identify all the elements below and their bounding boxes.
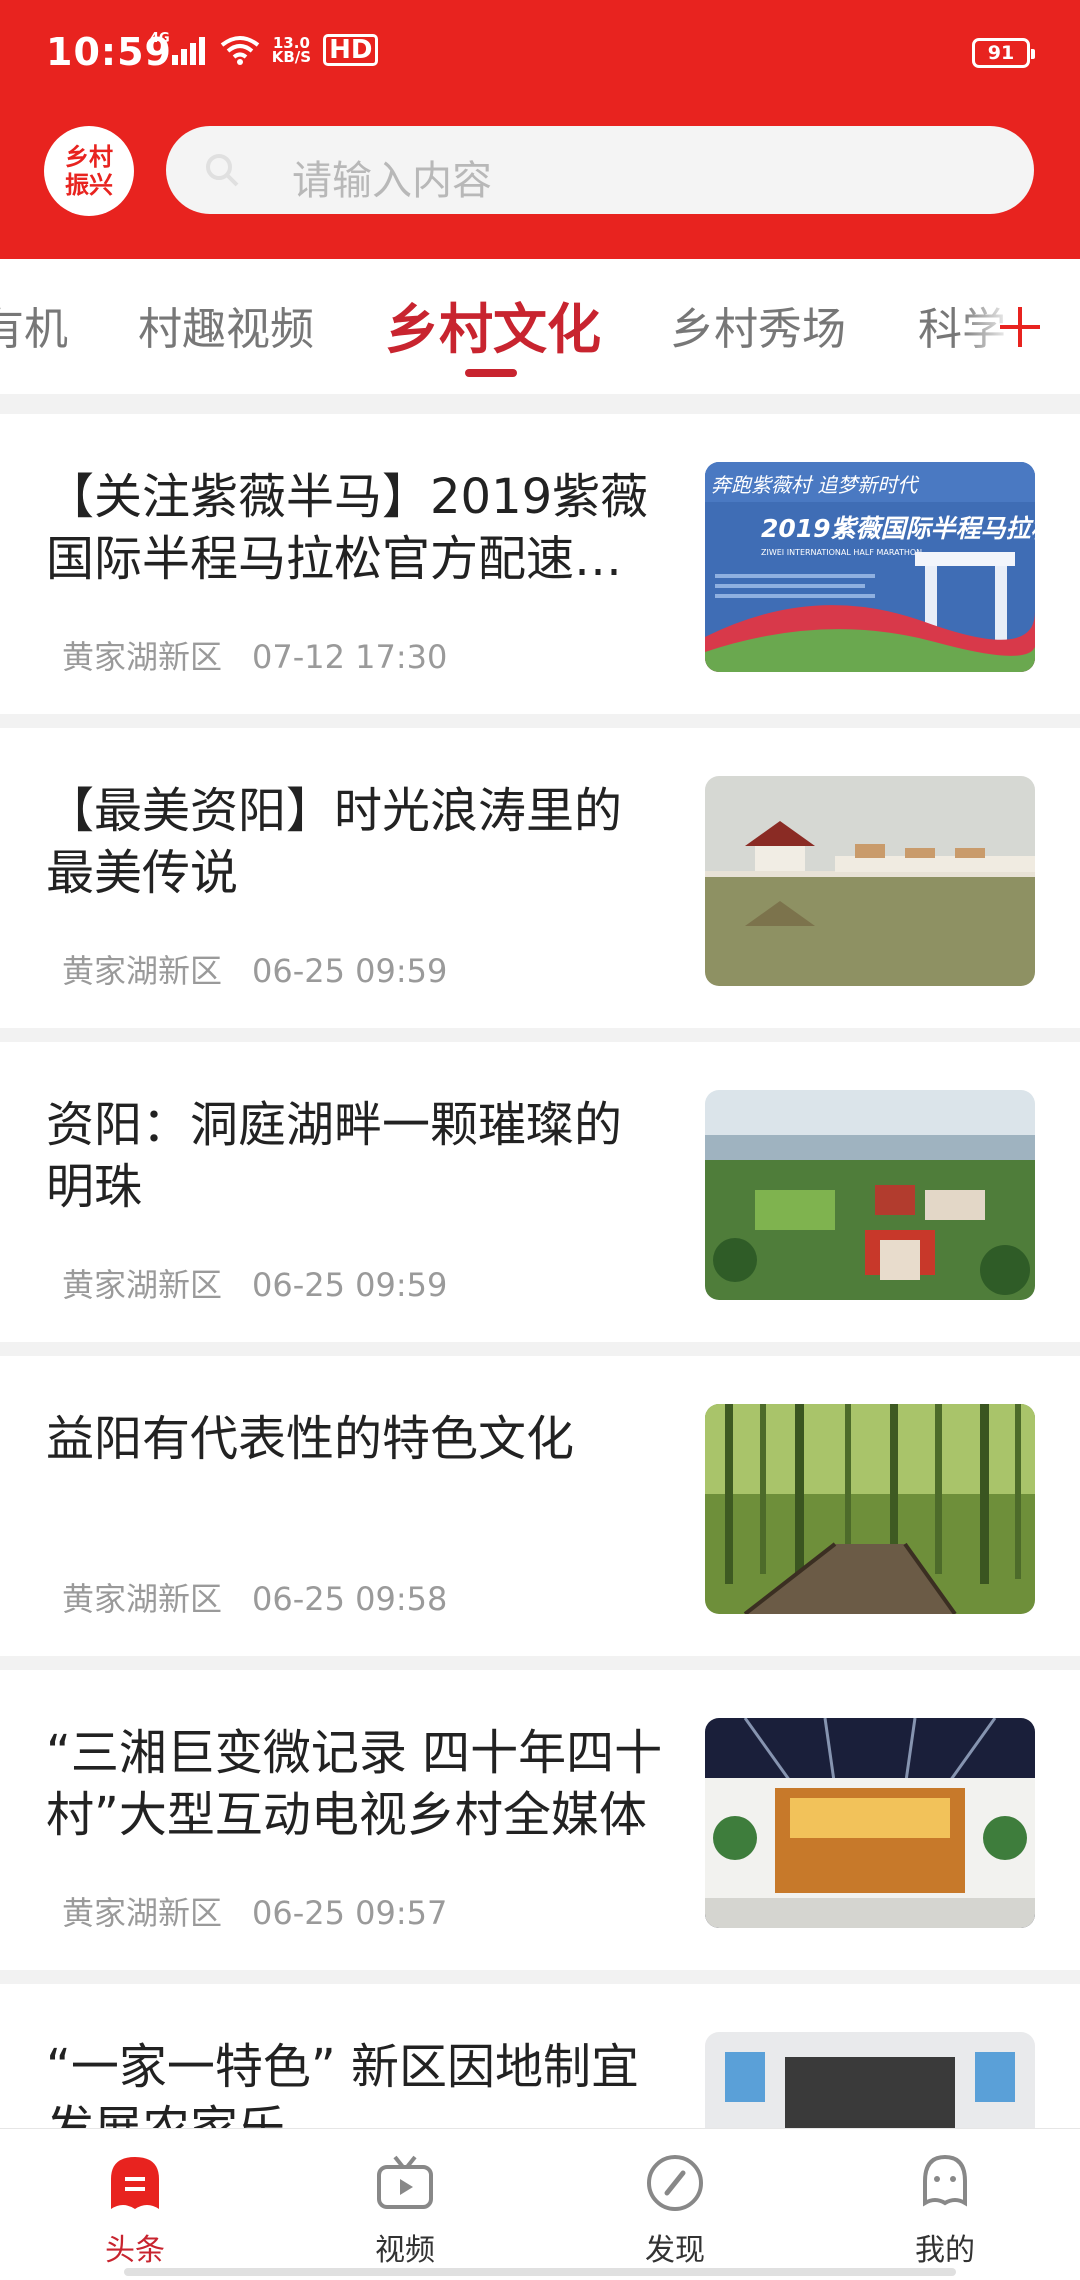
article-date: 07-12 17:30 <box>252 638 448 676</box>
nav-headlines[interactable]: 头条 <box>35 2151 235 2269</box>
article-source: 黄家湖新区 <box>62 952 223 990</box>
article-thumbnail[interactable]: 奔跑紫薇村 追梦新时代 2019紫薇国际半程马拉松 ZIWEI INTERNAT… <box>705 462 1035 672</box>
hd-icon: HD <box>323 34 379 66</box>
article-meta: 黄家湖新区 06-25 09:59 <box>62 946 447 992</box>
tv-icon <box>377 2155 433 2209</box>
news-icon <box>111 2157 159 2209</box>
article-source: 黄家湖新区 <box>62 638 223 676</box>
active-tab-indicator <box>465 369 517 377</box>
tab-village-videos[interactable]: 村趣视频 <box>138 293 314 357</box>
network-type: 4G <box>150 30 170 46</box>
status-icons: 4G 13.0 KB/S HD <box>150 30 379 66</box>
article-thumbnail[interactable] <box>705 776 1035 986</box>
nav-label: 视频 <box>375 2233 435 2268</box>
article-card[interactable]: 益阳有代表性的特色文化 黄家湖新区 06-25 09:58 <box>0 1356 1080 1656</box>
article-card[interactable]: 【最美资阳】时光浪涛里的最美传说 黄家湖新区 06-25 09:59 <box>0 728 1080 1028</box>
status-bar: 10:59 4G 13.0 KB/S HD 91 <box>0 0 1080 110</box>
net-speed: 13.0 KB/S <box>271 36 312 66</box>
app-header: 10:59 4G 13.0 KB/S HD 91 乡村 振兴 请输入内容 <box>0 0 1080 259</box>
article-thumbnail[interactable] <box>705 1718 1035 1928</box>
profile-icon <box>923 2154 967 2207</box>
signal-icon <box>171 35 208 65</box>
article-date: 06-25 09:59 <box>252 952 448 990</box>
article-date: 06-25 09:58 <box>252 1580 448 1618</box>
article-meta: 黄家湖新区 06-25 09:57 <box>62 1888 447 1934</box>
battery-level: 91 <box>987 42 1015 64</box>
article-title[interactable]: 【最美资阳】时光浪涛里的最美传说 <box>46 780 666 904</box>
wifi-icon <box>220 36 259 65</box>
article-card[interactable]: 【关注紫薇半马】2019紫薇国际半程马拉松官方配速员招募 黄家湖新区 07-12 … <box>0 414 1080 714</box>
thumb-marathon-slogan: 奔跑紫薇村 追梦新时代 <box>711 473 919 497</box>
nav-label: 头条 <box>105 2233 165 2268</box>
category-tabs: 有机 村趣视频 乡村文化 乡村秀场 科学 <box>0 259 1080 404</box>
article-date: 06-25 09:57 <box>252 1894 448 1932</box>
add-tab-icon[interactable] <box>1000 307 1040 347</box>
article-thumbnail[interactable] <box>705 1404 1035 1614</box>
tab-village-show[interactable]: 乡村秀场 <box>670 293 846 357</box>
battery-icon: 91 <box>972 38 1035 68</box>
article-source: 黄家湖新区 <box>62 1580 223 1618</box>
tab-village-culture[interactable]: 乡村文化 <box>385 285 601 364</box>
nav-discover[interactable]: 发现 <box>575 2151 775 2269</box>
article-card[interactable]: “三湘巨变微记录 四十年四十村”大型互动电视乡村全媒体 黄家湖新区 06-25 0… <box>0 1670 1080 1970</box>
net-speed-unit: KB/S <box>271 48 312 66</box>
article-title[interactable]: 益阳有代表性的特色文化 <box>46 1408 666 1470</box>
bottom-nav: 头条 视频 发现 我的 <box>0 2128 1080 2280</box>
article-title[interactable]: 【关注紫薇半马】2019紫薇国际半程马拉松官方配速员招募 <box>46 466 666 590</box>
article-meta: 黄家湖新区 07-12 17:30 <box>62 632 447 678</box>
article-meta: 黄家湖新区 06-25 09:59 <box>62 1260 447 1306</box>
thumb-marathon-title: 2019紫薇国际半程马拉松 <box>761 514 1035 543</box>
article-date: 06-25 09:59 <box>252 1266 448 1304</box>
nav-profile[interactable]: 我的 <box>845 2151 1045 2269</box>
app-logo[interactable]: 乡村 振兴 <box>44 126 134 216</box>
nav-label: 我的 <box>915 2233 975 2268</box>
logo-line1: 乡村 <box>65 142 113 171</box>
search-icon <box>206 154 239 187</box>
article-card[interactable]: 资阳：洞庭湖畔一颗璀璨的明珠 黄家湖新区 06-25 09:59 <box>0 1042 1080 1342</box>
tab-organic[interactable]: 有机 <box>0 293 68 357</box>
article-source: 黄家湖新区 <box>62 1266 223 1304</box>
article-source: 黄家湖新区 <box>62 1894 223 1932</box>
article-title[interactable]: “三湘巨变微记录 四十年四十村”大型互动电视乡村全媒体 <box>46 1722 666 1846</box>
nav-video[interactable]: 视频 <box>305 2151 505 2269</box>
home-indicator <box>124 2268 956 2276</box>
nav-label: 发现 <box>645 2233 705 2268</box>
logo-line2: 振兴 <box>65 170 113 199</box>
article-meta: 黄家湖新区 06-25 09:58 <box>62 1574 447 1620</box>
search-input[interactable]: 请输入内容 <box>292 148 492 206</box>
article-thumbnail[interactable] <box>705 1090 1035 1300</box>
search-bar[interactable]: 请输入内容 <box>166 126 1034 214</box>
article-title[interactable]: 资阳：洞庭湖畔一颗璀璨的明珠 <box>46 1094 666 1218</box>
compass-icon <box>647 2155 703 2211</box>
thumb-marathon-subtitle: ZIWEI INTERNATIONAL HALF MARATHON <box>761 548 922 557</box>
